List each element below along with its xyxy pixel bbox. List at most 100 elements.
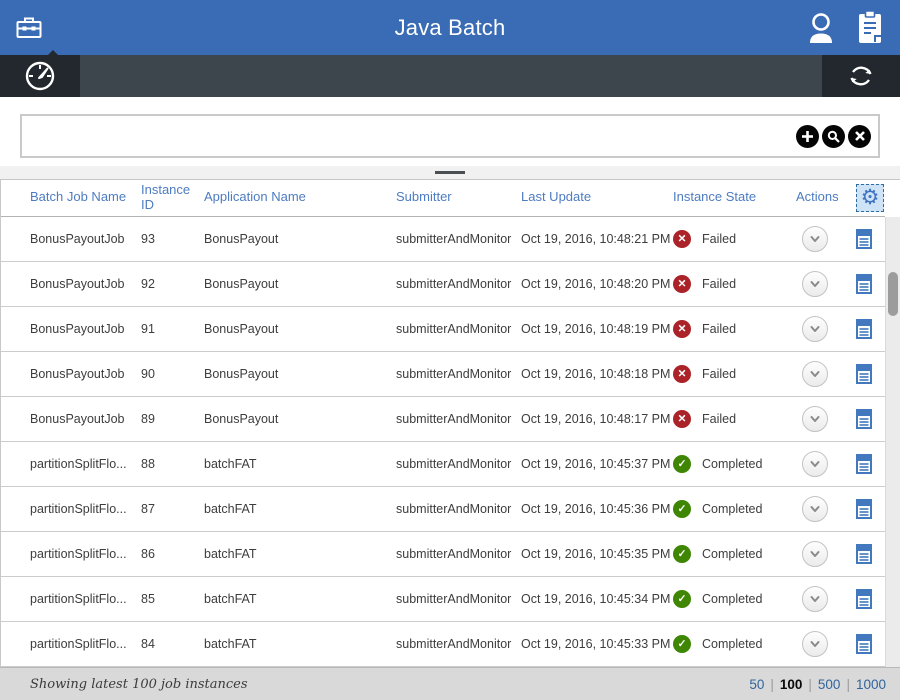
log-icon [856,409,872,429]
expand-actions-button[interactable] [802,406,828,432]
table-row: partitionSplitFlo... 86 batchFAT submitt… [1,531,885,576]
tasks-button[interactable] [854,9,886,47]
cell-last-update: Oct 19, 2016, 10:45:35 PM [521,531,673,576]
refresh-button[interactable] [822,55,900,97]
view-log-button[interactable] [856,364,872,384]
state-label: Failed [702,412,736,426]
cell-actions [796,621,856,666]
expand-actions-button[interactable] [802,496,828,522]
view-log-button[interactable] [856,409,872,429]
state-label: Completed [702,592,762,606]
column-header-last-update[interactable]: Last Update [521,180,673,216]
job-instances-table: Batch Job Name Instance ID Application N… [1,180,885,667]
expand-actions-button[interactable] [802,361,828,387]
close-icon [854,130,866,142]
view-log-button[interactable] [856,319,872,339]
log-icon [856,364,872,384]
cell-batch-job-name: BonusPayoutJob [1,216,141,261]
chevron-down-icon [807,591,823,607]
column-header-batch-job-name[interactable]: Batch Job Name [1,180,141,216]
column-header-actions[interactable]: Actions [796,180,856,216]
dashboard-button[interactable] [0,55,80,97]
log-icon [856,589,872,609]
view-log-button[interactable] [856,454,872,474]
expand-actions-button[interactable] [802,541,828,567]
cell-batch-job-name: partitionSplitFlo... [1,531,141,576]
cell-instance-id: 84 [141,621,204,666]
view-log-button[interactable] [856,544,872,564]
view-log-button[interactable] [856,229,872,249]
table-row: partitionSplitFlo... 87 batchFAT submitt… [1,486,885,531]
page-size-500[interactable]: 500 [818,677,841,692]
cell-submitter: submitterAndMonitor [396,441,521,486]
cell-log [856,216,885,261]
completed-icon [673,455,691,473]
cell-instance-id: 87 [141,486,204,531]
state-label: Completed [702,502,762,516]
page-size-separator: | [846,677,850,692]
log-icon [856,634,872,654]
cell-application-name: BonusPayout [204,306,396,351]
view-log-button[interactable] [856,274,872,294]
page-size-1000[interactable]: 1000 [856,677,886,692]
cell-application-name: batchFAT [204,486,396,531]
failed-icon [673,410,691,428]
cell-batch-job-name: BonusPayoutJob [1,396,141,441]
chevron-down-icon [807,456,823,472]
completed-icon [673,545,691,563]
table-row: BonusPayoutJob 89 BonusPayout submitterA… [1,396,885,441]
add-search-criteria-button[interactable] [796,125,819,148]
expand-actions-button[interactable] [802,316,828,342]
expand-actions-button[interactable] [802,631,828,657]
column-settings-button[interactable]: ⚙ [856,184,884,212]
cell-log [856,441,885,486]
scrollbar-track[interactable] [885,217,900,667]
log-icon [856,229,872,249]
user-button[interactable] [804,10,838,46]
page-size-separator: | [770,677,774,692]
expand-actions-button[interactable] [802,226,828,252]
chevron-down-icon [807,321,823,337]
splitter-handle[interactable] [435,171,465,174]
cell-batch-job-name: partitionSplitFlo... [1,486,141,531]
table-row: BonusPayoutJob 91 BonusPayout submitterA… [1,306,885,351]
column-header-instance-state[interactable]: Instance State [673,180,796,216]
cell-log [856,261,885,306]
refresh-icon [846,61,876,91]
column-header-application-name[interactable]: Application Name [204,180,396,216]
column-header-instance-id[interactable]: Instance ID [141,180,204,216]
job-instances-grid: Batch Job Name Instance ID Application N… [0,180,885,667]
state-label: Completed [702,457,762,471]
completed-icon [673,500,691,518]
cell-log [856,576,885,621]
search-button[interactable] [822,125,845,148]
cell-last-update: Oct 19, 2016, 10:48:18 PM [521,351,673,396]
column-header-submitter[interactable]: Submitter [396,180,521,216]
expand-actions-button[interactable] [802,451,828,477]
view-log-button[interactable] [856,499,872,519]
cell-batch-job-name: partitionSplitFlo... [1,576,141,621]
view-log-button[interactable] [856,589,872,609]
page-size-separator: | [808,677,812,692]
page-size-50[interactable]: 50 [749,677,764,692]
expand-actions-button[interactable] [802,271,828,297]
view-log-button[interactable] [856,634,872,654]
cell-application-name: BonusPayout [204,261,396,306]
page-size-100[interactable]: 100 [780,677,803,692]
cell-batch-job-name: BonusPayoutJob [1,306,141,351]
cell-instance-id: 93 [141,216,204,261]
search-bar [20,114,880,158]
cell-instance-id: 88 [141,441,204,486]
search-input[interactable] [22,116,796,156]
cell-actions [796,576,856,621]
scrollbar-thumb[interactable] [888,272,898,316]
clear-search-button[interactable] [848,125,871,148]
cell-instance-state: Completed [673,576,796,621]
cell-submitter: submitterAndMonitor [396,306,521,351]
cell-submitter: submitterAndMonitor [396,261,521,306]
expand-actions-button[interactable] [802,586,828,612]
chevron-down-icon [807,411,823,427]
table-row: partitionSplitFlo... 88 batchFAT submitt… [1,441,885,486]
cell-batch-job-name: partitionSplitFlo... [1,441,141,486]
cell-actions [796,396,856,441]
